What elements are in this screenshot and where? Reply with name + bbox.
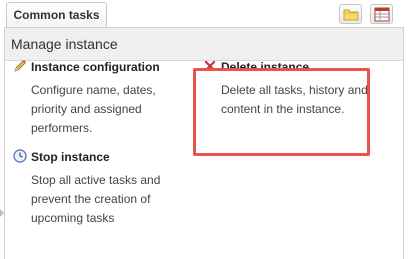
clock-icon [13, 149, 27, 163]
table-button[interactable] [370, 4, 393, 24]
folder-button[interactable] [339, 4, 362, 24]
task-stop-instance[interactable]: Stop instance Stop all active tasks and … [13, 149, 193, 230]
highlight-box [193, 68, 370, 156]
page: Common tasks Manage instance Instance co… [0, 0, 409, 259]
tab-common-tasks[interactable]: Common tasks [6, 2, 107, 28]
task-title[interactable]: Stop instance [31, 150, 110, 164]
task-description: Stop all active tasks and prevent the cr… [31, 173, 161, 225]
tab-label: Common tasks [13, 8, 100, 22]
task-description: Configure name, dates, priority and assi… [31, 83, 156, 135]
pencil-icon [14, 60, 26, 72]
task-title[interactable]: Instance configuration [31, 60, 160, 74]
table-icon [374, 7, 389, 22]
folder-icon [343, 9, 358, 21]
task-instance-configuration[interactable]: Instance configuration Configure name, d… [13, 60, 193, 140]
panel-header: Manage instance [5, 28, 403, 61]
